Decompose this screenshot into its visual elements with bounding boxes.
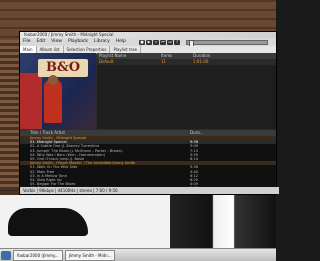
playlist-manager: Playlist Name Items Duration Default 11 … (97, 53, 276, 129)
menu-edit[interactable]: Edit (34, 38, 49, 46)
album-art-face (48, 75, 58, 85)
previous-button[interactable]: ⏮ (160, 39, 167, 45)
menu-view[interactable]: View (48, 38, 65, 46)
taskbar: foobar2000 (Jimmy... Jimmy Smith - Midn.… (0, 248, 276, 261)
wallpaper-bottom-dark (170, 195, 276, 248)
album-art-figure (44, 79, 62, 123)
tab-selection-properties[interactable]: Selection Properties (64, 46, 111, 53)
pause-button[interactable]: ⏸ (153, 39, 160, 45)
taskbar-item-jimmy-smith[interactable]: Jimmy Smith - Midn... (64, 249, 116, 261)
taskbar-item-foobar[interactable]: foobar2000 (Jimmy... (13, 249, 63, 261)
track-rows: Jimmy Smith - Midnight Special 01. Midnig… (20, 136, 276, 190)
tab-album-list[interactable]: Album list (37, 46, 64, 53)
track-list: Title / Track Artist Dura... Jimmy Smith… (20, 130, 276, 190)
album-art-logo: B&O (38, 59, 88, 77)
random-button[interactable]: ? (174, 39, 181, 45)
transport-controls: ■ ▶ ⏸ ⏮ ⏭ ? (139, 39, 181, 45)
playlist-name: Default (99, 59, 114, 64)
menu-file[interactable]: File (20, 38, 34, 46)
playlist-duration: 1:01:00 (193, 59, 209, 64)
wallpaper-wood-edge (0, 40, 20, 190)
tab-main[interactable]: Main (20, 46, 37, 53)
seek-bar[interactable] (186, 39, 269, 47)
menu-bar: File Edit View Playback Library Help ■ ▶… (20, 38, 276, 47)
play-button[interactable]: ▶ (146, 39, 153, 45)
start-button[interactable] (1, 250, 11, 260)
playlist-items: 11 (161, 59, 167, 64)
menu-playback[interactable]: Playback (65, 38, 91, 46)
wallpaper-shape (8, 208, 88, 236)
next-button[interactable]: ⏭ (167, 39, 174, 45)
menu-library[interactable]: Library (91, 38, 113, 46)
tab-playlist-tree[interactable]: Playlist tree (110, 46, 141, 53)
album-art: B&O (20, 53, 96, 129)
stop-button[interactable]: ■ (139, 39, 146, 45)
menu-help[interactable]: Help (113, 38, 129, 46)
player-window: foobar2000 / Jimmy Smith - Midnight Spec… (20, 32, 279, 194)
playlist-row[interactable]: Default 11 1:01:00 (97, 59, 276, 65)
album-art-truck (20, 73, 42, 129)
status-bar: Vorbis | 96kbps | 44100Hz | stereo | 7:0… (20, 187, 279, 194)
